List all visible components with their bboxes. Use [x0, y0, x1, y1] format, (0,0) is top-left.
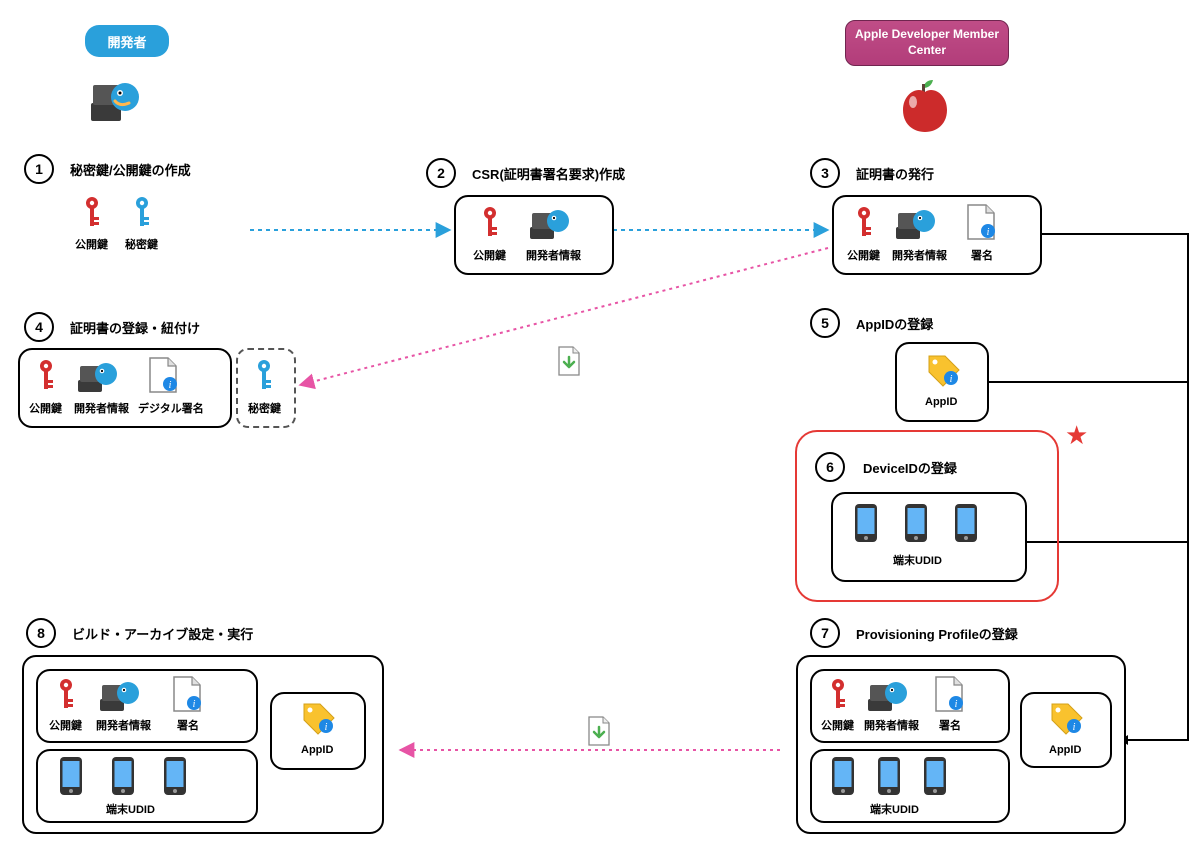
appid-label: AppID	[1049, 744, 1081, 756]
sign-label: 署名	[971, 247, 993, 263]
adc-label: Apple Developer Member Center	[852, 27, 1002, 58]
step4-box: 公開鍵 開発者情報 デジタル署名	[18, 348, 232, 428]
sign-label: 署名	[177, 717, 199, 733]
step6-highlight: 6 DeviceIDの登録 端末UDID	[795, 430, 1059, 602]
phone-icon	[920, 755, 948, 800]
step1-number: 1	[24, 154, 54, 184]
devinfo-label: 開発者情報	[892, 247, 947, 263]
step5-title: AppIDの登録	[856, 314, 933, 333]
apple-icon	[895, 78, 955, 138]
pubkey-icon	[80, 195, 108, 236]
step2-title: CSR(証明書署名要求)作成	[472, 164, 625, 183]
step7-number: 7	[810, 618, 840, 648]
step6-box: 端末UDID	[831, 492, 1027, 582]
devinfo-icon	[892, 205, 940, 248]
devinfo-icon	[74, 358, 122, 401]
pubkey-icon	[54, 677, 80, 716]
step3-box: 公開鍵 開発者情報 署名	[832, 195, 1042, 275]
step6-number: 6	[815, 452, 845, 482]
devinfo-label: 開発者情報	[526, 247, 581, 263]
appid-label: AppID	[925, 396, 957, 408]
pubkey-icon	[852, 205, 880, 246]
step5-number: 5	[810, 308, 840, 338]
pubkey-label: 公開鍵	[821, 717, 854, 733]
devinfo-label: 開発者情報	[74, 400, 129, 416]
phone-icon	[828, 755, 856, 800]
download-icon	[555, 345, 583, 382]
udid-box: 端末UDID	[810, 749, 1010, 823]
privkey-label: 秘密鍵	[248, 400, 281, 416]
developer-icon	[85, 75, 145, 130]
phone-icon	[56, 755, 84, 800]
pubkey-label: 公開鍵	[75, 236, 108, 252]
appid-icon	[923, 350, 963, 395]
step3-title: 証明書の発行	[856, 164, 934, 183]
step8-number: 8	[26, 618, 56, 648]
pubkey-icon	[826, 677, 852, 716]
pubkey-label: 公開鍵	[847, 247, 880, 263]
appid-label: AppID	[301, 744, 333, 756]
devinfo-label: 開発者情報	[864, 717, 919, 733]
step1-title: 秘密鍵/公開鍵の作成	[70, 160, 191, 179]
appid-icon	[298, 698, 338, 743]
udid-label: 端末UDID	[106, 801, 155, 817]
appid-box: AppID	[1020, 692, 1112, 768]
phone-icon	[901, 502, 931, 549]
udid-label: 端末UDID	[870, 801, 919, 817]
privkey-label: 秘密鍵	[125, 236, 158, 252]
devinfo-icon	[526, 205, 574, 248]
step4-privkey-box: 秘密鍵	[236, 348, 296, 428]
step5-box: AppID	[895, 342, 989, 422]
phone-icon	[108, 755, 136, 800]
udid-box: 端末UDID	[36, 749, 258, 823]
phone-icon	[874, 755, 902, 800]
sign-icon	[932, 675, 966, 718]
step7-title: Provisioning Profileの登録	[856, 624, 1018, 643]
download-icon	[585, 715, 613, 752]
pubkey-label: 公開鍵	[29, 400, 62, 416]
phone-icon	[160, 755, 188, 800]
udid-label: 端末UDID	[893, 552, 942, 568]
appid-box: AppID	[270, 692, 366, 770]
step8-title: ビルド・アーカイブ設定・実行	[72, 624, 253, 643]
developer-label: 開発者	[107, 32, 146, 51]
devinfo-icon	[96, 677, 142, 718]
step6-title: DeviceIDの登録	[863, 458, 957, 477]
step2-box: 公開鍵 開発者情報	[454, 195, 614, 275]
pubkey-label: 公開鍵	[49, 717, 82, 733]
pubkey-icon	[478, 205, 506, 246]
privkey-icon	[252, 358, 280, 399]
step3-number: 3	[810, 158, 840, 188]
cert-box: 公開鍵 開発者情報 署名	[36, 669, 258, 743]
step7-outer-box: 公開鍵 開発者情報 署名 AppID 端末UDID	[796, 655, 1126, 834]
sign-label: 署名	[939, 717, 961, 733]
step8-outer-box: 公開鍵 開発者情報 署名 AppID 端末UDID	[22, 655, 384, 834]
digisign-label: デジタル署名	[138, 400, 204, 416]
sign-icon	[964, 203, 1000, 248]
cert-box: 公開鍵 開発者情報 署名	[810, 669, 1010, 743]
appid-icon	[1046, 698, 1086, 743]
privkey-icon	[130, 195, 158, 236]
sign-icon	[170, 675, 204, 718]
pubkey-label: 公開鍵	[473, 247, 506, 263]
step4-number: 4	[24, 312, 54, 342]
step4-title: 証明書の登録・紐付け	[70, 318, 200, 337]
step2-number: 2	[426, 158, 456, 188]
phone-icon	[851, 502, 881, 549]
adc-badge: Apple Developer Member Center	[845, 20, 1009, 66]
devinfo-icon	[864, 677, 910, 718]
devinfo-label: 開発者情報	[96, 717, 151, 733]
pubkey-icon	[34, 358, 62, 399]
developer-badge: 開発者	[85, 25, 169, 57]
digisign-icon	[146, 356, 182, 401]
phone-icon	[951, 502, 981, 549]
star-icon: ★	[1065, 420, 1088, 451]
